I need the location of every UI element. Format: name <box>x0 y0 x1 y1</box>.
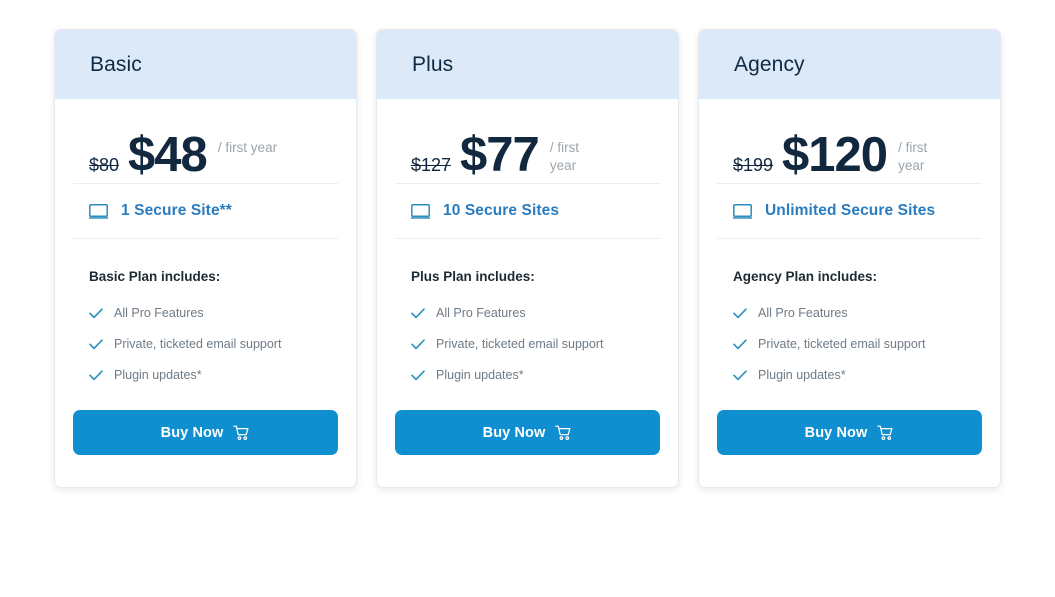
check-icon <box>411 307 425 318</box>
buy-now-label: Buy Now <box>482 424 546 441</box>
plan-card-agency: Agency $199 $120 / first year Unlimited … <box>698 29 1001 488</box>
feature-label: All Pro Features <box>436 306 526 320</box>
check-icon <box>733 369 747 380</box>
feature-label: All Pro Features <box>758 306 848 320</box>
feature-list: All Pro Features Private, ticketed email… <box>73 284 338 393</box>
check-icon <box>733 307 747 318</box>
list-item: Plugin updates* <box>89 362 338 393</box>
check-icon <box>411 338 425 349</box>
check-icon <box>89 369 103 380</box>
feature-label: Private, ticketed email support <box>758 337 926 351</box>
check-icon <box>411 369 425 380</box>
list-item: Plugin updates* <box>411 362 660 393</box>
shopping-cart-icon <box>877 425 893 440</box>
includes-title: Basic Plan includes: <box>89 269 221 284</box>
price-period: / first year <box>549 140 580 173</box>
list-item: All Pro Features <box>411 300 660 331</box>
current-price: $48 <box>128 128 208 182</box>
plan-header-basic: Basic <box>55 30 356 99</box>
buy-area: Buy Now <box>395 393 660 487</box>
price-period: / first year <box>217 140 278 155</box>
check-icon <box>89 338 103 349</box>
monitor-icon <box>411 203 430 219</box>
feature-label: Private, ticketed email support <box>114 337 282 351</box>
original-price: $127 <box>411 155 452 175</box>
plan-body: $127 $77 / first year 10 Secure Sites Pl… <box>377 99 678 487</box>
list-item: All Pro Features <box>89 300 338 331</box>
price-period: / first year <box>898 140 928 173</box>
list-item: All Pro Features <box>733 300 982 331</box>
feature-list: All Pro Features Private, ticketed email… <box>395 284 660 393</box>
plan-header-agency: Agency <box>699 30 1000 99</box>
plan-card-plus: Plus $127 $77 / first year 10 Secure Sit… <box>376 29 679 488</box>
secure-sites-row: Unlimited Secure Sites <box>717 184 982 238</box>
price-row: $199 $120 / first year <box>717 99 982 183</box>
buy-now-label: Buy Now <box>160 424 224 441</box>
price-row: $127 $77 / first year <box>395 99 660 183</box>
list-item: Plugin updates* <box>733 362 982 393</box>
secure-sites-label: Unlimited Secure Sites <box>765 202 936 219</box>
list-item: Private, ticketed email support <box>733 331 982 362</box>
includes-title: Agency Plan includes: <box>733 269 878 284</box>
current-price: $77 <box>460 128 540 182</box>
list-item: Private, ticketed email support <box>89 331 338 362</box>
plan-card-basic: Basic $80 $48 / first year 1 Secure Site… <box>54 29 357 488</box>
buy-now-button[interactable]: Buy Now <box>717 410 982 455</box>
plan-header-plus: Plus <box>377 30 678 99</box>
monitor-icon <box>89 203 108 219</box>
buy-now-button[interactable]: Buy Now <box>395 410 660 455</box>
shopping-cart-icon <box>555 425 571 440</box>
buy-area: Buy Now <box>717 393 982 487</box>
plan-body: $80 $48 / first year 1 Secure Site** Bas… <box>55 99 356 487</box>
plan-title: Basic <box>90 52 142 76</box>
monitor-icon <box>733 203 752 219</box>
buy-now-label: Buy Now <box>804 424 868 441</box>
feature-label: Plugin updates* <box>114 368 202 382</box>
original-price: $199 <box>733 155 774 175</box>
plan-body: $199 $120 / first year Unlimited Secure … <box>699 99 1000 487</box>
secure-sites-row: 10 Secure Sites <box>395 184 660 238</box>
check-icon <box>89 307 103 318</box>
feature-list: All Pro Features Private, ticketed email… <box>717 284 982 393</box>
plan-title: Plus <box>412 52 454 76</box>
secure-sites-label: 10 Secure Sites <box>443 202 560 219</box>
feature-label: Plugin updates* <box>758 368 846 382</box>
price-row: $80 $48 / first year <box>73 99 338 183</box>
pricing-table: Basic $80 $48 / first year 1 Secure Site… <box>0 0 1055 597</box>
secure-sites-label: 1 Secure Site** <box>121 202 232 219</box>
buy-area: Buy Now <box>73 393 338 487</box>
buy-now-button[interactable]: Buy Now <box>73 410 338 455</box>
secure-sites-row: 1 Secure Site** <box>73 184 338 238</box>
current-price: $120 <box>782 128 888 182</box>
plan-title: Agency <box>734 52 805 76</box>
feature-label: All Pro Features <box>114 306 204 320</box>
list-item: Private, ticketed email support <box>411 331 660 362</box>
original-price: $80 <box>89 155 120 175</box>
check-icon <box>733 338 747 349</box>
feature-label: Plugin updates* <box>436 368 524 382</box>
shopping-cart-icon <box>233 425 249 440</box>
feature-label: Private, ticketed email support <box>436 337 604 351</box>
includes-title: Plus Plan includes: <box>411 269 535 284</box>
